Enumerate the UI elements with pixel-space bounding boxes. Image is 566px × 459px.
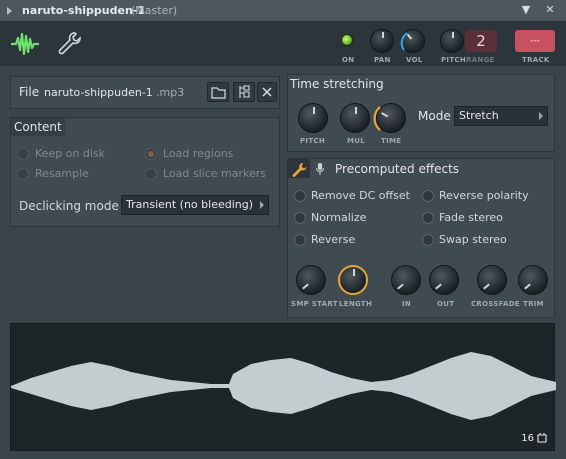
file-ext: .mp3 [156,86,185,99]
trim-label: TRIM [523,300,544,308]
window-title: naruto-shippuden-1 [22,4,146,17]
load-regions-radio[interactable] [145,148,157,160]
fade-stereo-label: Fade stereo [439,211,503,224]
open-in-icon [239,85,250,98]
stretch-mul-knob[interactable] [340,103,370,133]
stretch-pitch-label: PITCH [300,137,326,145]
reverse-radio[interactable] [294,234,306,246]
effects-title: Precomputed effects [335,162,460,176]
window-subtitle: (Master) [131,4,178,17]
track-label: TRACK [522,56,550,64]
precomputed-effects-panel: Precomputed effects Remove DC offset Nor… [287,158,555,318]
load-slice-markers-radio[interactable] [145,168,157,180]
time-stretching-title: Time stretching [290,77,384,91]
range-label: RANGE [466,56,495,64]
declicking-mode-value: Transient (no bleeding) [126,198,254,211]
load-slice-markers-label: Load slice markers [163,167,267,180]
pitch-label: PITCH [441,56,467,64]
remove-dc-offset-label: Remove DC offset [311,189,410,202]
wrench-icon[interactable] [291,161,307,177]
keep-on-disk-radio[interactable] [17,148,29,160]
waveform-display[interactable]: 16 [10,323,556,451]
mode-label: Mode [418,109,451,123]
crossfade-label: CROSSFADE [471,300,520,308]
trim-knob[interactable] [518,265,548,295]
browse-folder-button[interactable] [207,82,229,102]
settings-wrench-icon[interactable] [56,30,82,56]
chevron-right-icon [539,112,543,120]
volume-arc [400,32,408,51]
content-title: Content [14,120,62,134]
waveform-graphic [11,352,556,420]
stretch-mul-label: MUL [347,137,366,145]
keep-on-disk-label: Keep on disk [35,147,106,160]
resample-radio[interactable] [17,168,29,180]
waveform-view-icon[interactable] [8,28,42,60]
zoom-toggle-icon[interactable] [536,432,548,444]
load-regions-label: Load regions [163,147,234,160]
pitch-knob[interactable] [440,29,464,53]
track-value-box[interactable]: --- [515,30,555,52]
crossfade-knob[interactable] [477,265,507,295]
normalize-label: Normalize [311,211,367,224]
window-menu-button[interactable]: ▼ [518,2,534,18]
window-menu-arrow-icon[interactable] [7,7,12,15]
stretch-mode-value: Stretch [459,109,499,122]
out-knob[interactable] [429,265,459,295]
reverse-polarity-label: Reverse polarity [439,189,529,202]
range-value-box[interactable]: 2 [465,30,497,52]
declicking-mode-label: Declicking mode [19,199,119,213]
chevron-right-icon [260,201,264,209]
length-knob[interactable] [338,265,368,295]
pan-knob[interactable] [370,29,394,53]
stretch-mode-dropdown[interactable]: Stretch [454,106,548,126]
swap-stereo-label: Swap stereo [439,233,507,246]
resample-label: Resample [35,167,89,180]
vol-label: VOL [406,56,423,64]
on-led-toggle[interactable] [341,34,353,46]
out-label: OUT [437,300,455,308]
folder-icon [211,87,226,99]
reverse-label: Reverse [311,233,356,246]
length-label: LENGTH [339,300,373,308]
file-panel: File naruto-shippuden-1 .mp3 [10,76,280,109]
fade-stereo-radio[interactable] [422,212,434,224]
time-stretching-panel: Time stretching PITCH MUL TIME Mode Stre… [287,74,555,152]
file-label: File [19,85,40,99]
title-bar: naruto-shippuden-1 (Master) ▼ ✕ [0,0,566,22]
open-in-browser-button[interactable] [233,82,255,102]
in-knob[interactable] [391,265,421,295]
file-name: naruto-shippuden-1 [44,86,153,99]
pan-label: PAN [374,56,391,64]
remove-dc-offset-radio[interactable] [294,190,306,202]
swap-stereo-radio[interactable] [422,234,434,246]
window-close-button[interactable]: ✕ [542,2,558,18]
smp-start-label: SMP START [291,300,338,308]
normalize-radio[interactable] [294,212,306,224]
smp-start-knob[interactable] [296,265,326,295]
declicking-mode-dropdown[interactable]: Transient (no bleeding) [121,195,269,215]
stretch-pitch-knob[interactable] [298,103,328,133]
content-panel: Content Keep on disk Load regions Resamp… [10,117,280,227]
close-icon [262,87,272,97]
remove-file-button[interactable] [257,82,277,102]
time-arc [373,106,381,131]
microphone-icon[interactable] [315,162,325,176]
stretch-time-label: TIME [381,137,402,145]
zoom-value: 16 [521,433,534,444]
reverse-polarity-radio[interactable] [422,190,434,202]
in-label: IN [402,300,412,308]
on-label: ON [342,56,355,64]
